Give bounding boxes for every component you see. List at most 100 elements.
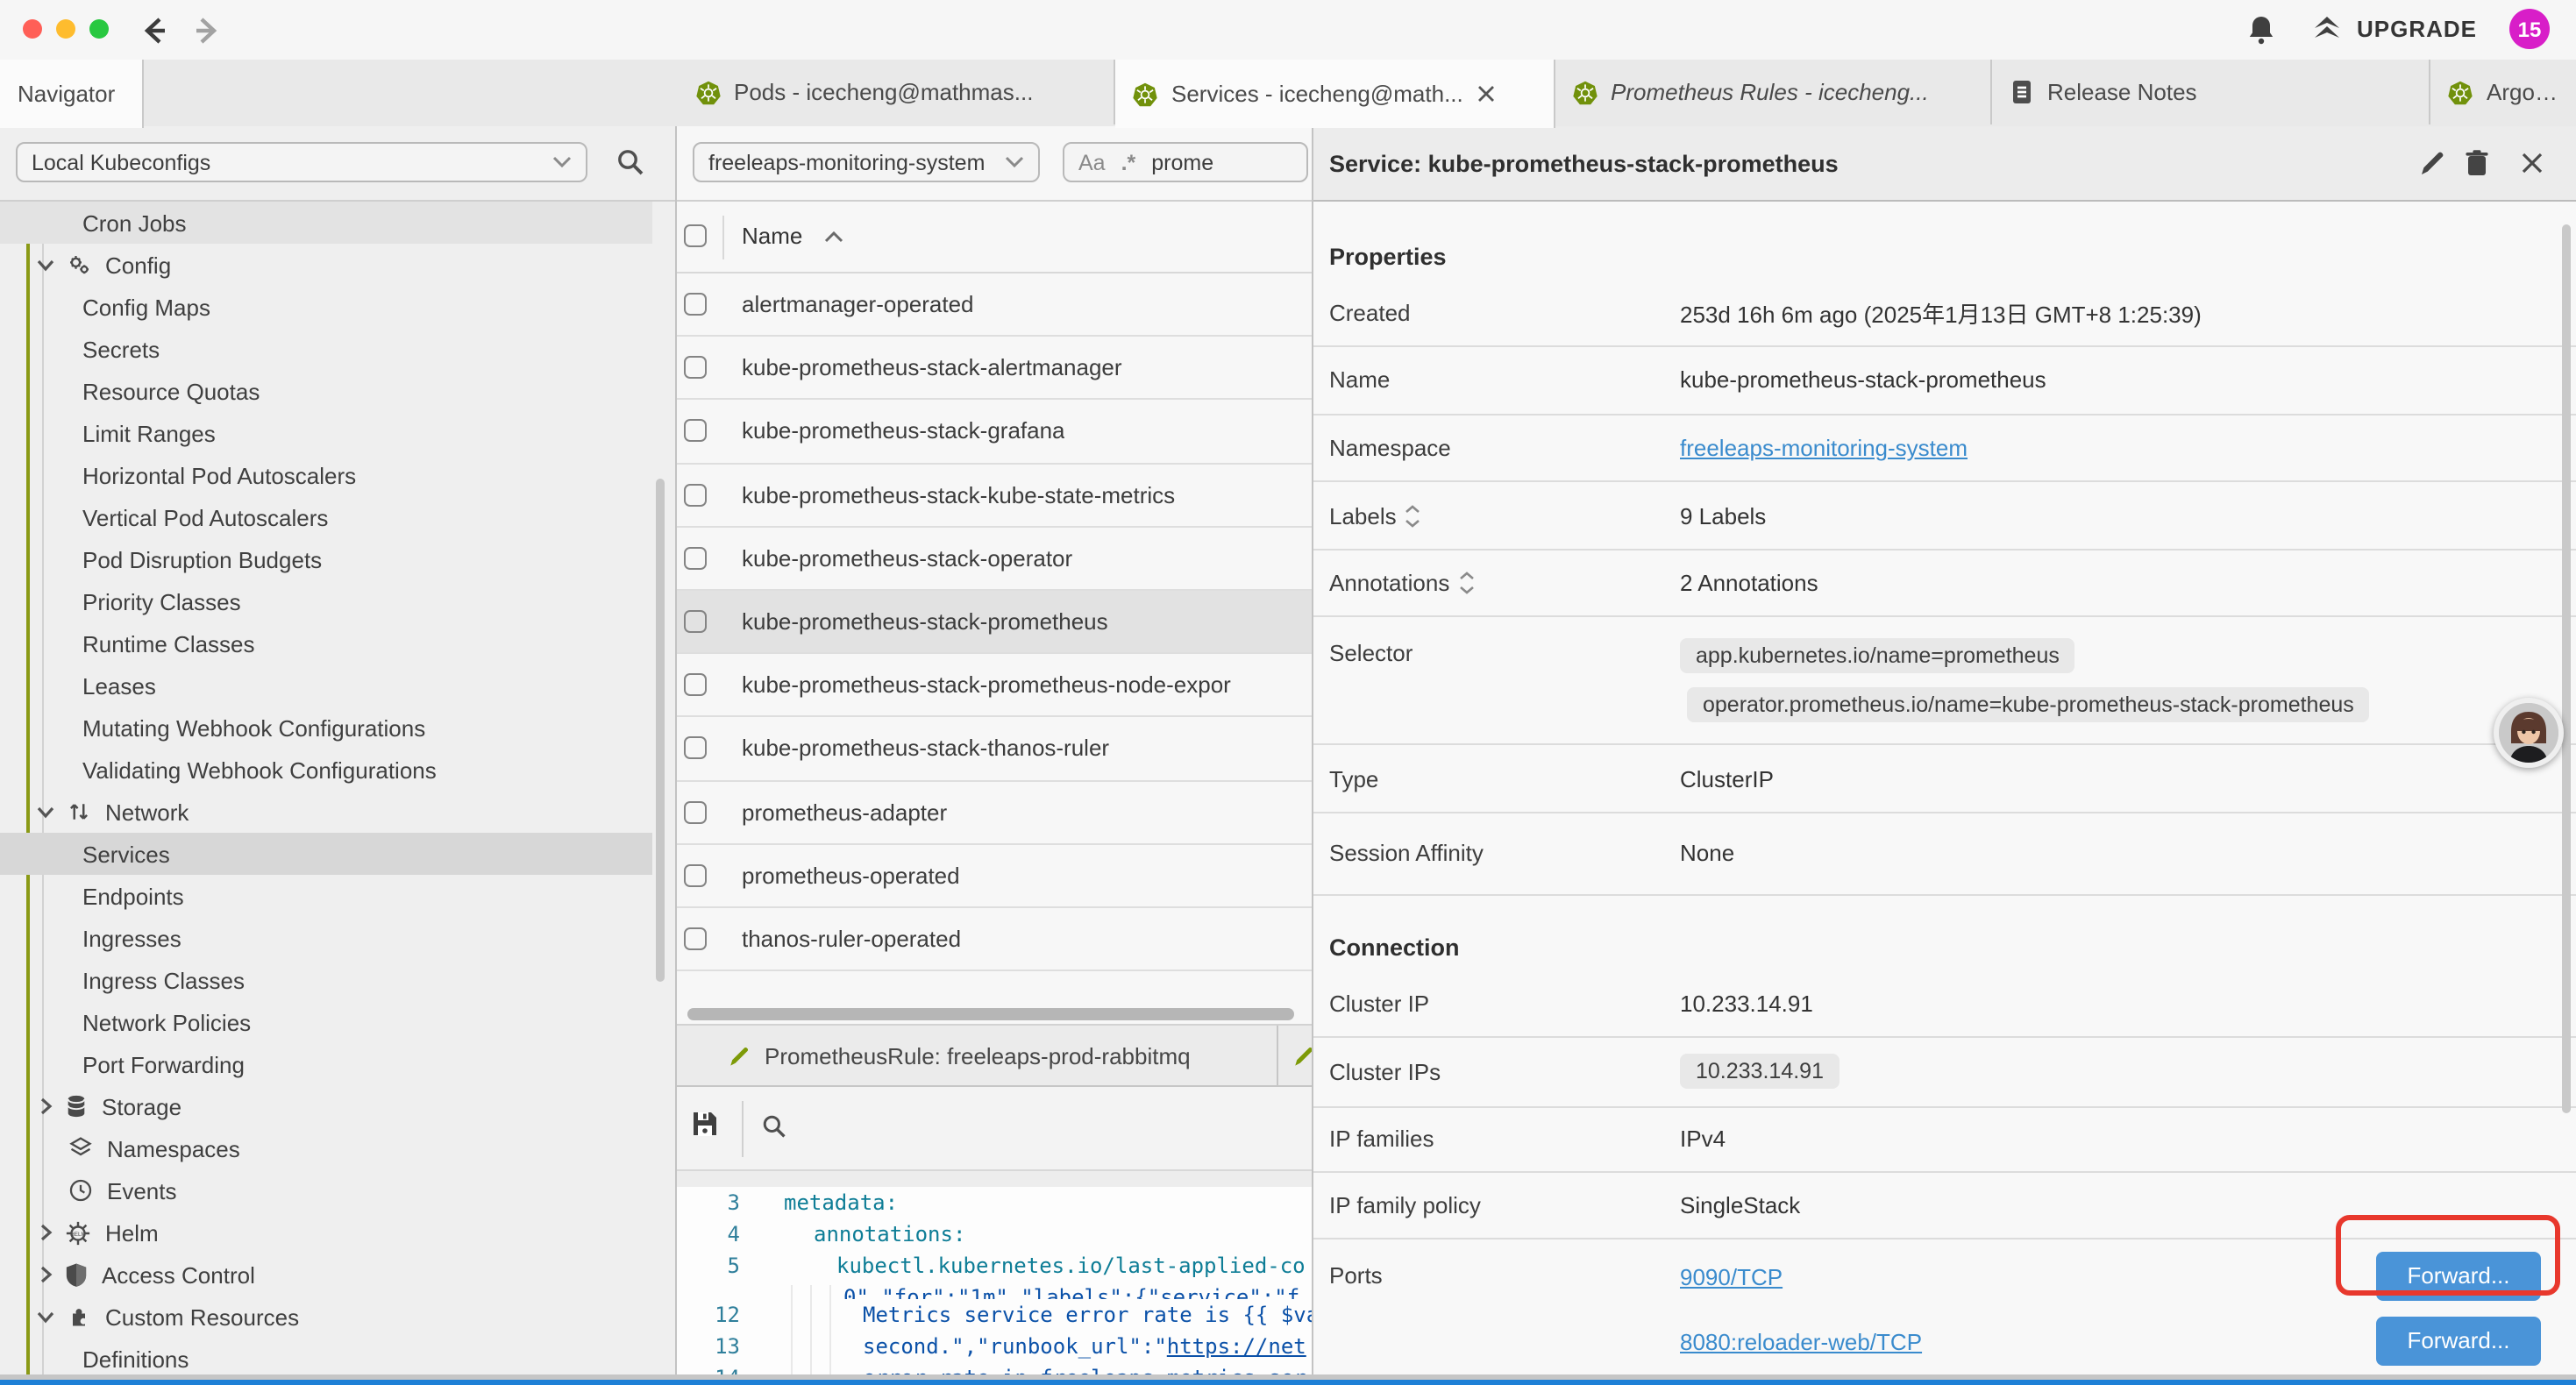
chevron-right-icon[interactable] [40,1224,53,1241]
network-icon [67,799,91,824]
sidebar-item-secrets[interactable]: Secrets [0,328,675,370]
sidebar-item-custom-resources[interactable]: Custom Resources [0,1296,675,1338]
row-checkbox[interactable] [684,927,707,950]
sidebar-item-horizontal-pod-autoscalers[interactable]: Horizontal Pod Autoscalers [0,454,675,496]
expand-collapse-icon[interactable] [1405,504,1421,527]
port-link[interactable]: 9090/TCP [1680,1263,1783,1289]
close-tab-icon[interactable] [1477,84,1497,103]
sidebar-item-resource-quotas[interactable]: Resource Quotas [0,370,675,412]
tab-release-notes[interactable]: Release Notes [1991,60,2430,124]
tab-argo[interactable]: Argo Se [2430,60,2576,124]
table-row-prometheus-operated[interactable]: prometheus-operated [677,844,1312,907]
sidebar-item-priority-classes[interactable]: Priority Classes [0,580,675,622]
sidebar-item-events[interactable]: Events [0,1169,675,1211]
sidebar-item-mutating-webhook-configurations[interactable]: Mutating Webhook Configurations [0,707,675,749]
table-row-kube-prometheus-stack-prometheus-node-expor[interactable]: kube-prometheus-stack-prometheus-node-ex… [677,654,1312,717]
sidebar-item-cron-jobs[interactable]: Cron Jobs [0,202,652,244]
row-checkbox[interactable] [684,547,707,570]
minimize-window-button[interactable] [55,19,75,39]
port-link[interactable]: 8080:reloader-web/TCP [1680,1328,1922,1354]
sort-asc-icon[interactable] [824,231,843,244]
search-icon[interactable] [616,147,645,177]
delete-resource-icon[interactable] [2464,149,2490,177]
table-row-kube-prometheus-stack-grafana[interactable]: kube-prometheus-stack-grafana [677,401,1312,464]
sidebar-item-services[interactable]: Services [0,833,652,875]
table-row-prometheus-adapter[interactable]: prometheus-adapter [677,781,1312,844]
sidebar-item-network[interactable]: Network [0,791,675,833]
kubeconfig-select[interactable]: Local Kubeconfigs [16,142,587,182]
sidebar-item-endpoints[interactable]: Endpoints [0,875,675,917]
tab-pods[interactable]: Pods - icecheng@mathmas... [678,60,1115,124]
details-scrollbar[interactable] [2562,224,2571,1113]
sidebar-item-storage[interactable]: Storage [0,1085,675,1127]
chevron-right-icon[interactable] [40,1266,53,1283]
sidebar-item-vertical-pod-autoscalers[interactable]: Vertical Pod Autoscalers [0,496,675,538]
sidebar-item-definitions[interactable]: Definitions [0,1338,675,1380]
table-row-alertmanager-operated[interactable]: alertmanager-operated [677,273,1312,337]
tab-prometheus-rules[interactable]: Prometheus Rules - icecheng... [1555,60,1991,124]
regex-toggle[interactable]: .* [1121,150,1136,174]
select-all-checkbox[interactable] [684,224,707,247]
maximize-window-button[interactable] [89,19,108,39]
assistant-avatar[interactable] [2494,698,2564,768]
save-icon[interactable] [691,1110,719,1138]
tab-navigator[interactable]: Navigator [0,60,144,128]
sidebar-item-pod-disruption-budgets[interactable]: Pod Disruption Budgets [0,538,675,580]
sidebar-scrollbar[interactable] [656,479,665,982]
row-checkbox[interactable] [684,800,707,823]
sidebar-item-port-forwarding[interactable]: Port Forwarding [0,1043,675,1085]
row-checkbox[interactable] [684,864,707,887]
table-horizontal-scrollbar[interactable] [687,1008,1294,1020]
sidebar-item-config[interactable]: Config [0,244,675,286]
row-checkbox[interactable] [684,737,707,760]
row-checkbox[interactable] [684,357,707,380]
edit-resource-icon[interactable] [2418,149,2446,177]
row-checkbox[interactable] [684,420,707,443]
table-row-kube-prometheus-stack-kube-state-metrics[interactable]: kube-prometheus-stack-kube-state-metrics [677,464,1312,527]
tab-services[interactable]: Services - icecheng@math... [1115,60,1555,128]
table-row-thanos-ruler-operated[interactable]: thanos-ruler-operated [677,908,1312,971]
sidebar-item-limit-ranges[interactable]: Limit Ranges [0,412,675,454]
search-input[interactable]: Aa .* prome [1063,142,1308,182]
sidebar-item-helm[interactable]: HELMHelm [0,1211,675,1254]
namespace-select[interactable]: freeleaps-monitoring-system [693,142,1040,182]
forward-button[interactable]: Forward... [2376,1316,2541,1365]
upgrade-label[interactable]: UPGRADE [2357,16,2477,42]
forward-icon[interactable] [189,14,223,47]
sidebar-item-validating-webhook-configurations[interactable]: Validating Webhook Configurations [0,749,675,791]
sidebar-item-access-control[interactable]: Access Control [0,1254,675,1296]
table-row-kube-prometheus-stack-prometheus[interactable]: kube-prometheus-stack-prometheus [677,591,1312,654]
chevron-right-icon[interactable] [40,1097,53,1115]
sidebar-item-namespaces[interactable]: Namespaces [0,1127,675,1169]
table-row-kube-prometheus-stack-operator[interactable]: kube-prometheus-stack-operator [677,528,1312,591]
editor-tab-title[interactable]: PrometheusRule: freeleaps-prod-rabbitmq [765,1042,1191,1069]
yaml-editor[interactable]: 3metadata:4annotations:5kubectl.kubernet… [677,1187,1312,1385]
close-panel-icon[interactable] [2520,151,2544,175]
back-icon[interactable] [139,14,172,47]
table-row-kube-prometheus-stack-alertmanager[interactable]: kube-prometheus-stack-alertmanager [677,337,1312,400]
row-checkbox[interactable] [684,610,707,633]
close-window-button[interactable] [22,19,41,39]
match-case-toggle[interactable]: Aa [1078,150,1106,174]
row-checkbox[interactable] [684,673,707,696]
chevron-down-icon[interactable] [37,806,54,818]
sidebar-item-network-policies[interactable]: Network Policies [0,1001,675,1043]
chevron-down-icon[interactable] [37,1310,54,1323]
sidebar-item-runtime-classes[interactable]: Runtime Classes [0,622,675,664]
upgrade-icon[interactable] [2309,12,2345,47]
sidebar-item-ingress-classes[interactable]: Ingress Classes [0,959,675,1001]
editor-link-text[interactable]: https://net [1167,1334,1306,1359]
sidebar-item-leases[interactable]: Leases [0,664,675,707]
table-row-kube-prometheus-stack-thanos-ruler[interactable]: kube-prometheus-stack-thanos-ruler [677,718,1312,781]
row-checkbox[interactable] [684,483,707,506]
row-checkbox[interactable] [684,293,707,316]
namespace-link[interactable]: freeleaps-monitoring-system [1680,435,1968,461]
notification-count-badge[interactable]: 15 [2509,9,2550,49]
expand-collapse-icon[interactable] [1458,572,1474,594]
chevron-down-icon[interactable] [37,259,54,271]
notifications-bell-icon[interactable] [2246,14,2276,46]
sidebar-item-config-maps[interactable]: Config Maps [0,286,675,328]
sidebar-item-ingresses[interactable]: Ingresses [0,917,675,959]
editor-search-icon[interactable] [761,1113,787,1140]
column-name-header[interactable]: Name [742,223,802,249]
